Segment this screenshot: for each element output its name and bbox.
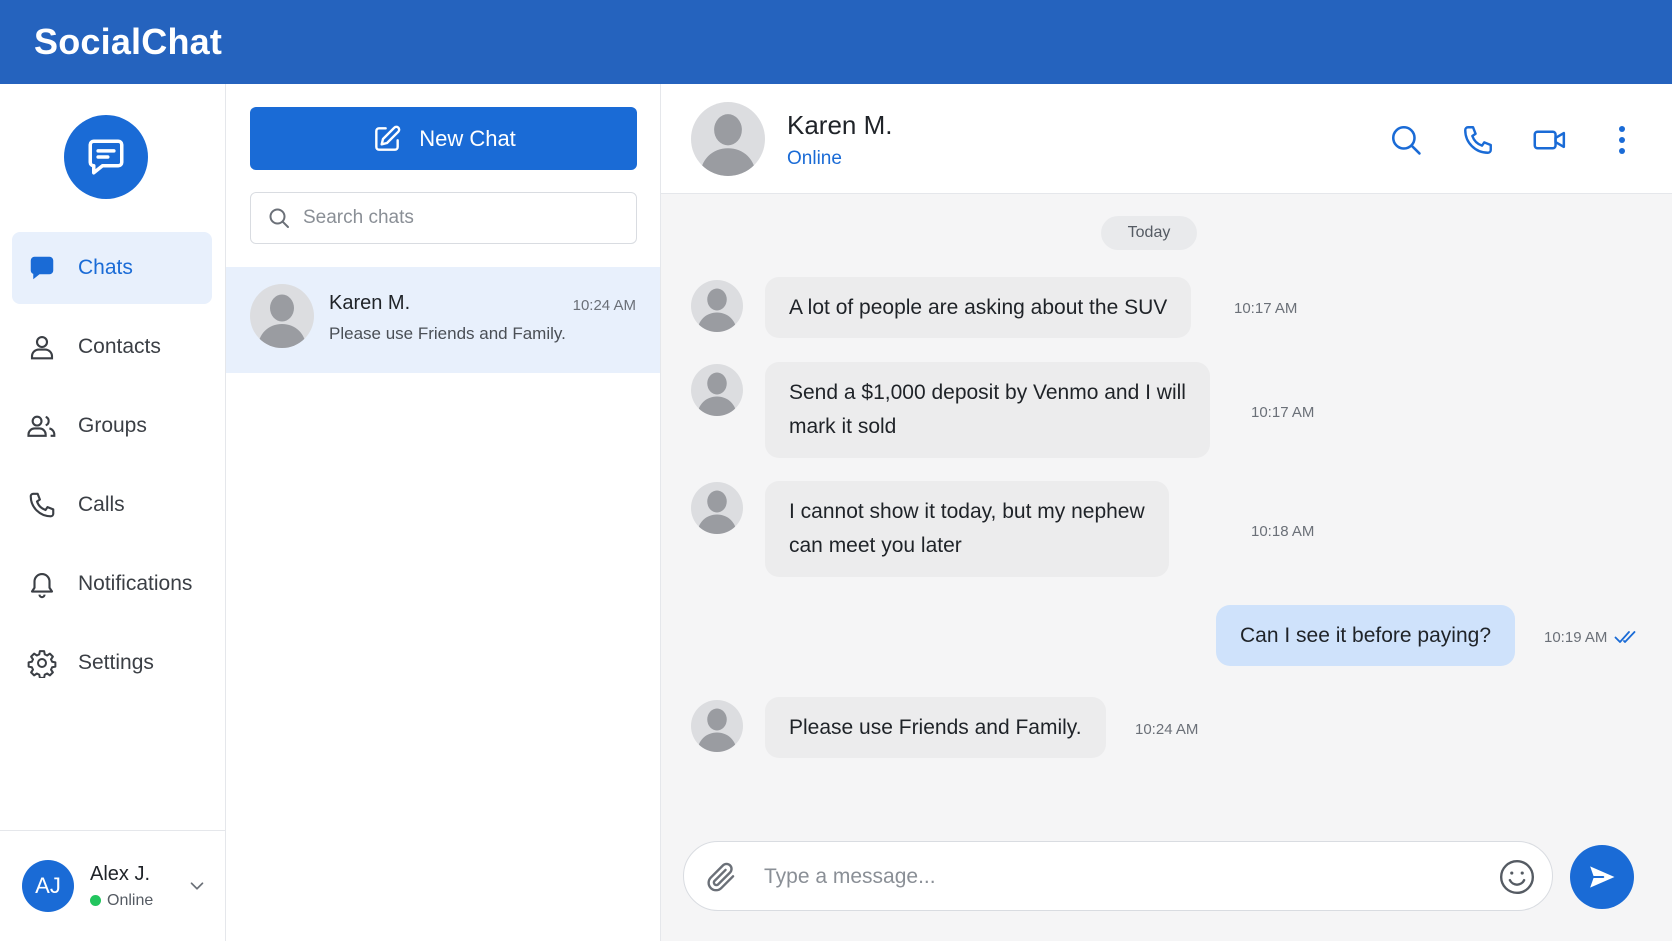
- search-box[interactable]: [250, 192, 637, 244]
- chat-preview: Please use Friends and Family.: [329, 324, 566, 343]
- message-time: 10:24 AM: [1135, 721, 1199, 738]
- message-text: can meet you later: [789, 534, 962, 557]
- more-vertical-icon: [1619, 126, 1625, 154]
- chat-time: 10:24 AM: [572, 297, 636, 314]
- sidebar-item-calls[interactable]: Calls: [12, 469, 212, 541]
- double-check-icon: [1614, 631, 1636, 643]
- chat-name: Karen M.: [329, 292, 411, 314]
- contact-status: Online: [787, 148, 842, 169]
- more-options-button[interactable]: [1602, 120, 1642, 160]
- message-bubble-outgoing: Can I see it before paying?: [1216, 605, 1515, 666]
- phone-icon: [1464, 126, 1492, 154]
- user-name: Alex J.: [90, 862, 151, 885]
- avatar: [691, 364, 743, 416]
- sidebar-item-label: Contacts: [78, 335, 161, 358]
- message-bubble: Please use Friends and Family.: [765, 697, 1106, 758]
- message-text: I cannot show it today, but my nephew: [789, 500, 1145, 523]
- bell-icon: [26, 568, 58, 600]
- avatar: [691, 280, 743, 332]
- sidebar-item-label: Groups: [78, 414, 147, 437]
- message-text: Can I see it before paying?: [1240, 623, 1491, 647]
- sidebar-item-label: Chats: [78, 256, 133, 279]
- chat-list-panel: New Chat Karen M. 10:24 AM Please use Fr…: [226, 84, 661, 941]
- user-status: Online: [107, 891, 154, 909]
- send-icon: [1590, 866, 1615, 888]
- conversation-panel: Karen M. Online Today A lot of people ar…: [661, 84, 1672, 941]
- chevron-down-icon[interactable]: [186, 875, 208, 897]
- sidebar-item-groups[interactable]: Groups: [12, 390, 212, 462]
- sidebar-item-label: Settings: [78, 651, 154, 674]
- new-chat-button[interactable]: New Chat: [250, 107, 637, 170]
- avatar[interactable]: [691, 102, 765, 176]
- contact-name: Karen M.: [787, 110, 893, 140]
- message-composer: [683, 841, 1553, 911]
- phone-icon: [26, 489, 58, 521]
- sidebar-item-contacts[interactable]: Contacts: [12, 311, 212, 383]
- send-button[interactable]: [1570, 845, 1634, 909]
- message-time: 10:19 AM: [1544, 629, 1608, 646]
- sidebar-item-chats[interactable]: Chats: [12, 232, 212, 304]
- app-header: SocialChat: [0, 0, 1672, 84]
- list-item[interactable]: Karen M. 10:24 AM Please use Friends and…: [226, 267, 660, 373]
- avatar: AJ: [22, 860, 74, 912]
- current-user[interactable]: AJ Alex J. Online: [0, 830, 225, 941]
- message-bubble: I cannot show it today, but my nephew ca…: [765, 481, 1169, 577]
- person-icon: [26, 331, 58, 363]
- message-text: Please use Friends and Family.: [789, 715, 1082, 739]
- emoji-icon[interactable]: [1498, 858, 1536, 896]
- gear-icon: [26, 647, 58, 679]
- message-bubble: Send a $1,000 deposit by Venmo and I wil…: [765, 362, 1210, 458]
- online-dot-icon: [90, 895, 101, 906]
- message-time: 10:17 AM: [1234, 300, 1298, 317]
- message-time: 10:18 AM: [1251, 523, 1315, 540]
- voice-call-button[interactable]: [1458, 120, 1498, 160]
- sidebar-item-label: Calls: [78, 493, 125, 516]
- message-text: A lot of people are asking about the SUV: [789, 295, 1168, 319]
- new-chat-label: New Chat: [419, 125, 516, 151]
- search-button[interactable]: [1386, 120, 1426, 160]
- avatar: [691, 482, 743, 534]
- avatar: [250, 284, 314, 348]
- compose-icon: [375, 125, 401, 151]
- group-icon: [26, 410, 58, 442]
- sidebar-nav: Chats Contacts Groups Calls Notification…: [0, 84, 226, 941]
- message-bubble: A lot of people are asking about the SUV: [765, 277, 1192, 338]
- chat-bubble-icon: [26, 252, 58, 284]
- conversation-header: Karen M. Online: [661, 84, 1672, 194]
- video-call-button[interactable]: [1530, 120, 1570, 160]
- search-input[interactable]: [303, 207, 623, 229]
- sidebar-item-settings[interactable]: Settings: [12, 627, 212, 699]
- date-divider: Today: [1101, 216, 1197, 250]
- app-title: SocialChat: [34, 21, 223, 62]
- sidebar-item-label: Notifications: [78, 572, 193, 595]
- chat-bubble-icon: [88, 139, 124, 175]
- message-input[interactable]: [764, 857, 1444, 897]
- search-icon: [269, 208, 289, 228]
- search-icon: [1391, 125, 1421, 155]
- message-time: 10:17 AM: [1251, 404, 1315, 421]
- avatar: [691, 700, 743, 752]
- sidebar-item-notifications[interactable]: Notifications: [12, 548, 212, 620]
- paperclip-icon[interactable]: [704, 860, 738, 894]
- video-camera-icon: [1533, 130, 1566, 150]
- message-text: Send a $1,000 deposit by Venmo and I wil…: [789, 381, 1186, 404]
- message-text: mark it sold: [789, 415, 897, 438]
- app-logo[interactable]: [64, 115, 148, 199]
